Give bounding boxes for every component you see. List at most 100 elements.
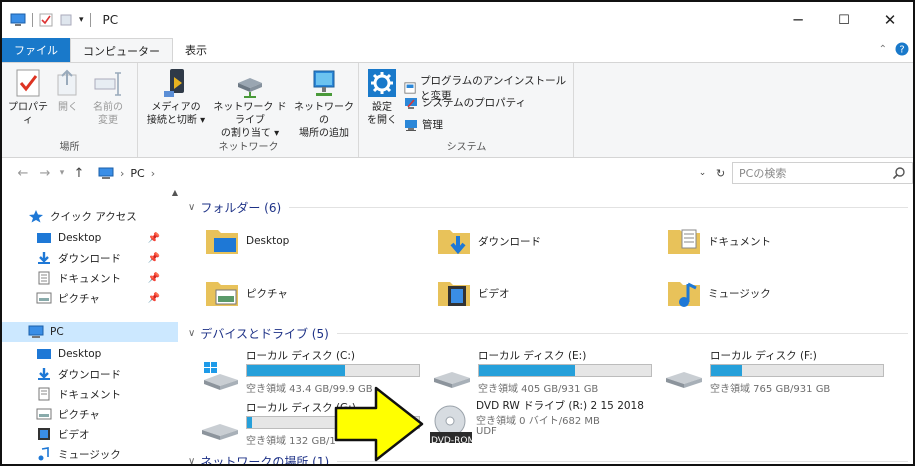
download-icon bbox=[38, 368, 50, 380]
quick-access-dropdown[interactable]: ▾ bbox=[79, 15, 84, 25]
rename-button[interactable]: 名前の 変更 bbox=[88, 67, 128, 127]
drive-f[interactable]: ローカル ディスク (F:) 空き領域 765 GB/931 GB bbox=[664, 348, 894, 398]
pictures-icon bbox=[36, 292, 52, 304]
documents-icon bbox=[38, 271, 50, 285]
folder-downloads[interactable]: ダウンロード bbox=[436, 224, 541, 258]
computer-icon bbox=[98, 167, 114, 179]
tab-view[interactable]: 表示 bbox=[173, 38, 219, 62]
up-button[interactable]: ↑ bbox=[68, 166, 90, 181]
tab-computer[interactable]: コンピューター bbox=[70, 38, 173, 62]
desktop-folder-icon bbox=[37, 349, 51, 359]
open-settings-button[interactable]: 設定 を開く bbox=[364, 67, 400, 127]
maximize-button[interactable]: ☐ bbox=[821, 2, 867, 38]
window-title: PC bbox=[102, 13, 119, 27]
folder-videos[interactable]: ビデオ bbox=[436, 276, 510, 310]
title-bar: ▾ PC ─ ☐ ✕ bbox=[2, 2, 913, 38]
address-dropdown-icon[interactable]: ⌄ bbox=[699, 168, 707, 178]
nav-pc-music[interactable]: ミュージック bbox=[2, 444, 170, 464]
pin-icon[interactable]: 📌 bbox=[148, 253, 160, 264]
nav-pc-videos[interactable]: ビデオ bbox=[2, 424, 170, 444]
download-icon bbox=[38, 252, 50, 264]
group-label-location: 場所 bbox=[59, 142, 80, 153]
nav-pc[interactable]: PC bbox=[2, 322, 178, 342]
drive-r-dvd[interactable]: DVD-ROM DVD RW ドライブ (R:) 2 15 2018 空き領域 … bbox=[430, 398, 670, 448]
open-button[interactable]: 開く bbox=[54, 67, 82, 114]
address-bar-row: ← → ▾ ↑ › PC › ⌄ ↻ PCの検索 bbox=[2, 159, 913, 187]
properties-quick-icon[interactable] bbox=[39, 13, 53, 27]
nav-qa-downloads[interactable]: ダウンロード 📌 bbox=[2, 248, 170, 268]
breadcrumb-pc[interactable]: PC bbox=[130, 167, 144, 180]
nav-pc-pictures[interactable]: ピクチャ bbox=[2, 404, 170, 424]
tab-file[interactable]: ファイル bbox=[2, 38, 70, 62]
folder-documents[interactable]: ドキュメント bbox=[666, 224, 771, 258]
drive-space: 空き領域 132 GB/1 bbox=[246, 436, 336, 447]
drive-space: 空き領域 0 バイト/682 MB bbox=[476, 416, 600, 427]
computer-icon bbox=[10, 13, 26, 26]
drive-name: ローカル ディスク (C:) bbox=[246, 350, 356, 362]
search-box[interactable]: PCの検索 bbox=[732, 162, 913, 184]
music-folder-icon bbox=[668, 282, 700, 307]
search-input[interactable]: PCの検索 bbox=[739, 165, 786, 181]
group-location: プロパティ 開く 名前の 変更 場所 bbox=[2, 63, 138, 157]
system-properties-icon bbox=[405, 97, 417, 109]
minimize-button[interactable]: ─ bbox=[775, 2, 821, 38]
content-pane: ∨ フォルダー (6) Desktop ダウンロード ドキュメント ピクチャ ビ… bbox=[182, 188, 913, 464]
section-folders[interactable]: ∨ フォルダー (6) bbox=[188, 198, 908, 216]
forward-button[interactable]: → bbox=[34, 166, 56, 181]
hard-drive-icon bbox=[666, 372, 702, 388]
downloads-folder-icon bbox=[438, 230, 470, 255]
drive-e[interactable]: ローカル ディスク (E:) 空き領域 405 GB/931 GB bbox=[432, 348, 662, 398]
rename-icon bbox=[94, 72, 121, 96]
nav-qa-pictures[interactable]: ピクチャ 📌 bbox=[2, 288, 170, 308]
nav-pc-desktop[interactable]: Desktop bbox=[2, 344, 170, 364]
address-bar[interactable]: › PC › bbox=[98, 162, 694, 184]
videos-folder-icon bbox=[438, 282, 470, 306]
manage-button[interactable]: 管理 bbox=[404, 117, 443, 132]
scroll-up-arrow[interactable]: ▲ bbox=[170, 188, 180, 202]
system-properties-button[interactable]: システムのプロパティ bbox=[404, 95, 526, 110]
pin-icon[interactable]: 📌 bbox=[148, 233, 160, 244]
pin-icon[interactable]: 📌 bbox=[148, 293, 160, 304]
drive-usage-bar bbox=[246, 364, 420, 377]
section-network[interactable]: ∨ ネットワークの場所 (1) bbox=[188, 452, 908, 464]
media-device-icon bbox=[164, 69, 184, 97]
computer-icon bbox=[28, 325, 44, 338]
svg-text:?: ? bbox=[899, 45, 904, 56]
pin-icon[interactable]: 📌 bbox=[148, 273, 160, 284]
drive-usage-bar bbox=[478, 364, 652, 377]
address-controls: ⌄ ↻ bbox=[694, 162, 730, 184]
close-button[interactable]: ✕ bbox=[867, 2, 913, 38]
folder-desktop[interactable]: Desktop bbox=[204, 224, 289, 258]
music-icon bbox=[38, 447, 49, 461]
help-icon[interactable]: ? bbox=[895, 42, 909, 56]
documents-folder-icon bbox=[668, 229, 700, 254]
nav-pc-documents[interactable]: ドキュメント bbox=[2, 384, 170, 404]
refresh-icon[interactable]: ↻ bbox=[716, 167, 725, 180]
network-drive-icon bbox=[238, 78, 262, 98]
ribbon: プロパティ 開く 名前の 変更 場所 メディアの 接続と切断 ▾ ネットワーク … bbox=[2, 62, 913, 158]
explorer-window: ▾ PC ─ ☐ ✕ ファイル コンピューター 表示 ⌃ ? プロパティ 開く bbox=[0, 0, 915, 466]
map-network-drive-button[interactable]: ネットワーク ドライブ の割り当て ▾ bbox=[209, 67, 291, 140]
new-folder-quick-icon[interactable] bbox=[59, 13, 73, 27]
section-devices[interactable]: ∨ デバイスとドライブ (5) bbox=[188, 324, 908, 342]
drive-name: DVD RW ドライブ (R:) 2 15 2018 bbox=[476, 400, 644, 412]
recent-locations-dropdown[interactable]: ▾ bbox=[56, 168, 68, 178]
media-connect-button[interactable]: メディアの 接続と切断 ▾ bbox=[143, 67, 209, 127]
back-button[interactable]: ← bbox=[12, 166, 34, 181]
nav-qa-documents[interactable]: ドキュメント 📌 bbox=[2, 268, 170, 288]
drive-space: 空き領域 405 GB/931 GB bbox=[478, 384, 599, 395]
ribbon-tabs: ファイル コンピューター 表示 ⌃ ? bbox=[2, 38, 913, 62]
folder-music[interactable]: ミュージック bbox=[666, 276, 771, 310]
folder-pictures[interactable]: ピクチャ bbox=[204, 276, 288, 310]
pictures-folder-icon bbox=[206, 282, 238, 306]
properties-button[interactable]: プロパティ bbox=[8, 67, 48, 127]
add-network-location-button[interactable]: ネットワークの 場所の追加 bbox=[291, 67, 357, 140]
nav-pc-downloads[interactable]: ダウンロード bbox=[2, 364, 170, 384]
nav-qa-desktop[interactable]: Desktop 📌 bbox=[2, 228, 170, 248]
drive-space: 空き領域 765 GB/931 GB bbox=[710, 384, 831, 395]
gear-icon bbox=[368, 69, 396, 97]
dvd-rom-badge: DVD-ROM bbox=[431, 436, 476, 446]
nav-quick-access[interactable]: クイック アクセス bbox=[2, 206, 170, 226]
collapse-ribbon-icon[interactable]: ⌃ bbox=[879, 44, 887, 55]
desktop-folder-icon bbox=[206, 230, 238, 254]
